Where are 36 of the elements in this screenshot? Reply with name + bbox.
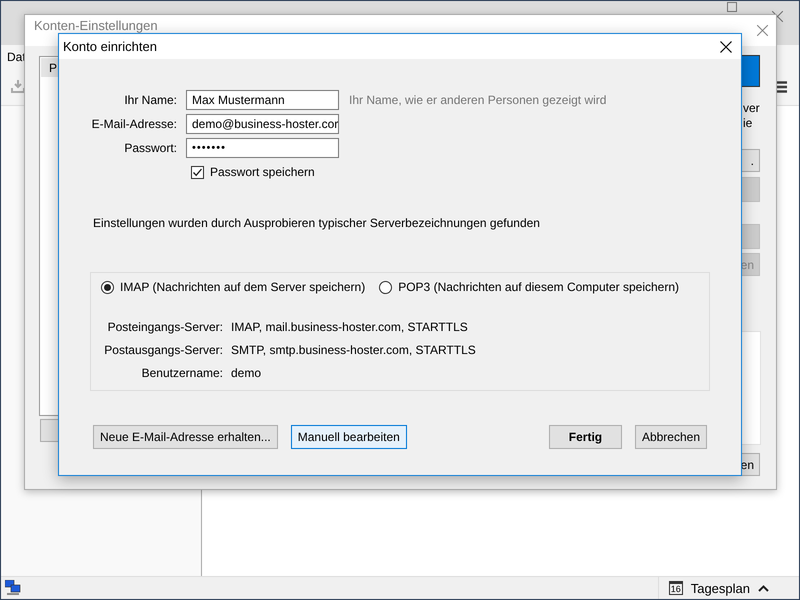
radio-label[interactable]: IMAP (Nachrichten auf dem Server speichern) [120,280,366,294]
description-text: ie [743,116,752,130]
info-label: Postausgangs-Server: [103,343,223,357]
column-header[interactable]: P [49,61,58,75]
network-icon[interactable] [5,580,21,596]
password-field[interactable]: ••••••• [186,138,339,158]
info-value: demo [231,366,262,380]
calendar-icon: 16 [668,581,683,595]
dialog-button[interactable]: Abbrechen [634,425,707,449]
info-value: IMAP, mail.business-hoster.com, STARTTLS [231,320,469,334]
field-label: E-Mail-Adresse: [90,117,177,131]
maximize-icon[interactable] [727,2,737,12]
info-label: Posteingangs-Server: [106,320,223,334]
radio-button[interactable] [379,280,392,294]
field-label: Ihr Name: [123,93,177,107]
day-plan-label[interactable]: Tagesplan [690,580,750,596]
description-text: ver [743,101,760,115]
status-message: Einstellungen wurden durch Ausprobieren typischer Serverbezeichnungen gefunden [93,216,541,230]
dialog-button[interactable]: Manuell bearbeiten [290,425,407,449]
dialog-button[interactable]: Fertig [548,425,622,449]
radio-button[interactable] [101,280,114,294]
info-value: SMTP, smtp.business-hoster.com, STARTTLS [231,343,477,357]
dialog-button[interactable]: Neue E-Mail-Adresse erhalten... [93,425,278,449]
field-hint: Ihr Name, wie er anderen Personen gezeigt wird [348,93,608,107]
info-label: Benutzername: [140,366,223,380]
field-label: Passwort: [123,141,177,155]
caret-icon[interactable] [758,584,769,592]
window-title: Konto einrichten [63,39,157,54]
checkbox-label[interactable]: Passwort speichern [210,165,315,179]
input-field[interactable]: demo@business-hoster.cor [186,114,339,134]
download-icon[interactable] [11,79,25,93]
window-title: Konten-Einstellungen [34,18,158,33]
close-icon[interactable] [720,40,732,52]
radio-label[interactable]: POP3 (Nachrichten auf diesem Computer speichern) [398,280,680,294]
checkbox[interactable] [191,166,204,178]
input-field[interactable]: Max Mustermann [186,90,339,110]
